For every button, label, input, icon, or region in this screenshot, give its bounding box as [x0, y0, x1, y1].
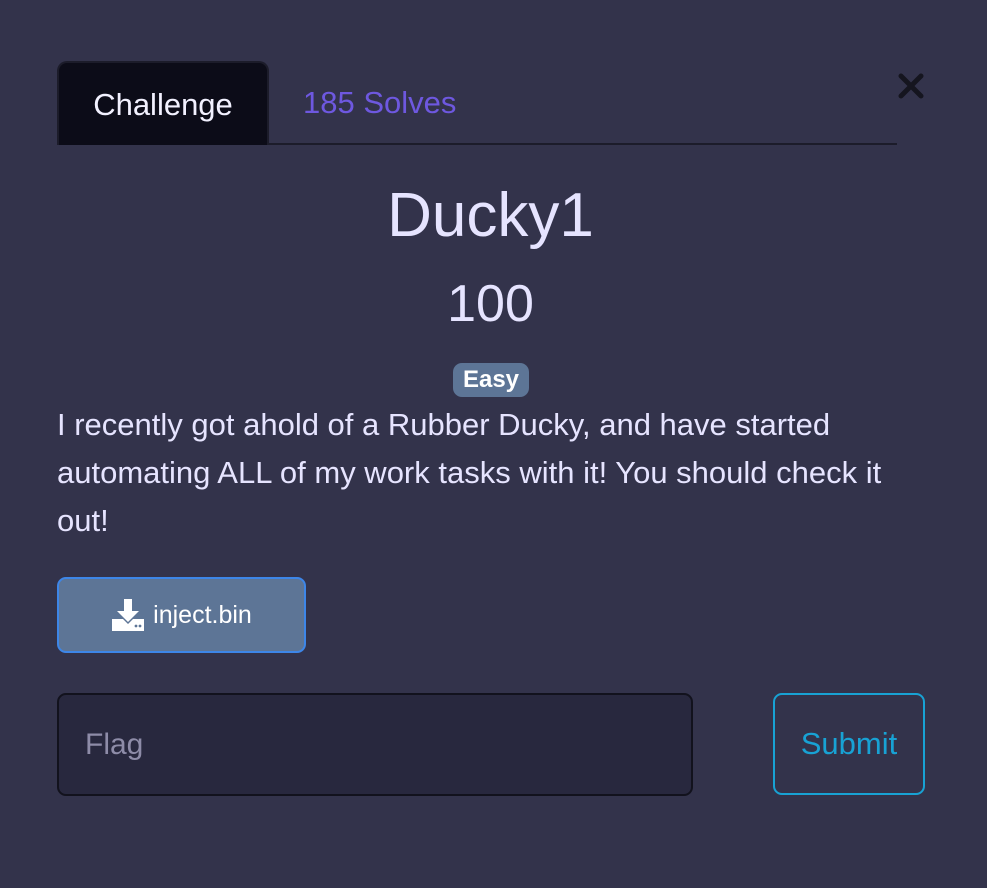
close-button[interactable] [895, 68, 927, 104]
file-name: inject.bin [153, 600, 252, 629]
submit-button[interactable]: Submit [773, 693, 925, 795]
download-icon [112, 599, 145, 631]
flag-input[interactable] [57, 693, 693, 796]
tab-solves[interactable]: 185 Solves [303, 61, 456, 145]
close-icon [898, 73, 924, 99]
challenge-title: Ducky1 [387, 181, 594, 250]
challenge-modal: Challenge 185 Solves Ducky1 100 Easy I r… [0, 0, 987, 888]
difficulty-badge: Easy [453, 363, 529, 397]
challenge-description: I recently got ahold of a Rubber Ducky, … [57, 407, 882, 538]
challenge-points: 100 [447, 275, 534, 333]
download-file-button[interactable]: inject.bin [57, 577, 306, 653]
tab-challenge[interactable]: Challenge [57, 61, 269, 145]
challenge-tabs: Challenge 185 Solves [57, 61, 897, 145]
